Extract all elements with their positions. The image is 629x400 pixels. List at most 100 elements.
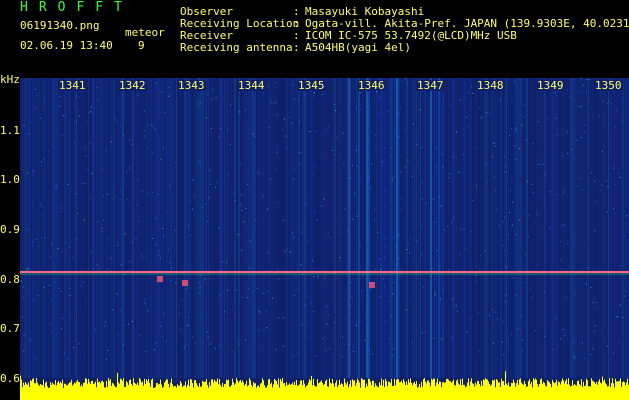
level-bar	[293, 384, 294, 400]
level-bar	[335, 382, 336, 400]
noise-speckle	[524, 104, 526, 106]
noise-streak	[398, 78, 400, 378]
level-bar	[59, 383, 60, 400]
noise-speckle	[401, 81, 403, 83]
level-bar	[328, 386, 329, 400]
level-bar	[173, 386, 174, 400]
noise-speckle	[509, 135, 510, 136]
noise-speckle	[69, 288, 71, 290]
noise-streak	[266, 78, 267, 378]
level-bar	[226, 379, 227, 400]
level-bar	[553, 381, 554, 400]
level-bar	[128, 384, 129, 400]
noise-speckle	[300, 264, 302, 266]
noise-speckle	[612, 208, 614, 210]
noise-streak	[120, 78, 122, 378]
noise-streak	[210, 78, 212, 378]
level-bar	[71, 379, 72, 400]
level-bar	[494, 379, 495, 400]
level-bar	[95, 381, 96, 400]
noise-streak	[576, 78, 577, 378]
level-bar	[486, 379, 487, 400]
noise-streak	[30, 78, 31, 378]
noise-streak	[96, 78, 97, 378]
noise-speckle	[32, 170, 34, 172]
level-bar	[149, 383, 150, 400]
level-bar	[459, 384, 460, 400]
noise-streak	[244, 78, 245, 378]
noise-speckle	[404, 129, 406, 131]
noise-streak	[276, 78, 277, 378]
level-bar	[126, 381, 127, 400]
noise-speckle	[197, 105, 199, 107]
level-bar	[337, 387, 338, 400]
level-bar	[200, 386, 201, 400]
noise-speckle	[241, 209, 243, 211]
noise-speckle	[247, 184, 249, 185]
noise-speckle	[552, 348, 554, 350]
noise-speckle	[107, 268, 109, 270]
level-bar	[27, 384, 28, 400]
level-bar	[511, 382, 512, 400]
noise-streak	[296, 78, 297, 378]
level-bar	[105, 387, 106, 400]
noise-streak	[518, 78, 520, 378]
noise-speckle	[574, 357, 576, 359]
level-bar	[55, 379, 56, 400]
noise-streak	[590, 78, 591, 378]
level-bar	[389, 381, 390, 400]
noise-speckle	[522, 340, 523, 341]
noise-streak	[498, 78, 499, 378]
noise-streak	[288, 78, 290, 378]
level-bar	[106, 380, 107, 400]
level-bar	[551, 387, 552, 400]
level-bar	[255, 383, 256, 400]
noise-streak	[180, 78, 181, 378]
noise-speckle	[350, 305, 352, 307]
level-bar	[235, 383, 236, 400]
level-bar	[472, 383, 473, 400]
noise-streak	[252, 78, 254, 378]
level-bar	[327, 386, 328, 400]
noise-streak	[142, 78, 144, 378]
noise-speckle	[369, 187, 371, 189]
noise-speckle	[449, 104, 451, 106]
noise-speckle	[199, 102, 201, 104]
noise-speckle	[335, 277, 337, 279]
noise-speckle	[378, 96, 380, 98]
noise-streak	[566, 78, 568, 378]
level-bar	[340, 384, 341, 400]
noise-streak	[238, 78, 240, 378]
level-bar	[167, 379, 168, 400]
noise-speckle	[79, 343, 80, 345]
noise-speckle	[30, 340, 31, 342]
level-bar	[232, 378, 233, 400]
noise-speckle	[230, 104, 232, 106]
noise-speckle	[594, 325, 596, 326]
noise-speckle	[450, 338, 452, 340]
noise-speckle	[463, 154, 465, 156]
level-bar	[265, 387, 266, 400]
noise-speckle	[187, 316, 189, 318]
noise-speckle	[508, 346, 510, 348]
noise-speckle	[512, 201, 514, 203]
level-bar	[69, 382, 70, 400]
noise-streak	[262, 78, 264, 378]
noise-speckle	[398, 136, 400, 138]
level-bar	[536, 379, 537, 400]
level-bar	[104, 387, 105, 400]
noise-streak	[402, 78, 403, 378]
noise-streak	[570, 78, 572, 378]
level-bar	[187, 384, 188, 400]
noise-speckle	[215, 186, 216, 188]
noise-speckle	[374, 209, 376, 211]
level-bar	[61, 383, 62, 400]
noise-speckle	[392, 178, 394, 180]
noise-speckle	[326, 323, 328, 325]
level-bar	[624, 382, 625, 400]
level-bar	[33, 378, 34, 400]
noise-streak	[272, 78, 273, 378]
level-bar	[252, 386, 253, 400]
level-bar	[24, 385, 25, 400]
noise-streak	[454, 78, 456, 378]
